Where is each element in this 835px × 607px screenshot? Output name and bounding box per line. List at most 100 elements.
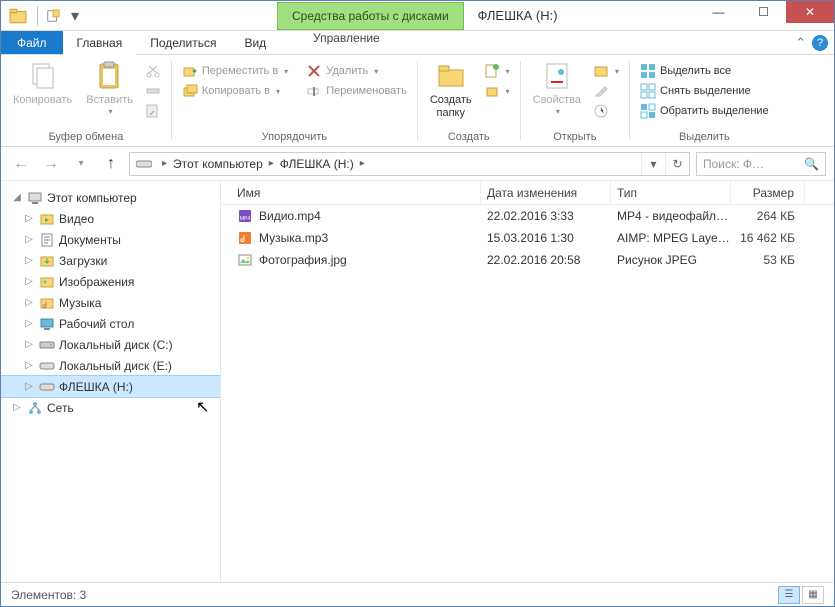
file-date: 22.02.2016 3:33 <box>481 209 611 223</box>
file-row[interactable]: MP4Видио.mp422.02.2016 3:33MP4 - видеофа… <box>221 205 834 227</box>
new-item-button[interactable]: ▾ <box>480 62 514 80</box>
rename-icon <box>306 83 322 99</box>
group-select-label: Выделить <box>636 128 773 146</box>
delete-button[interactable]: Удалить▾ <box>302 62 411 80</box>
copy-icon <box>27 60 59 92</box>
breadcrumb-chevron-icon[interactable]: ▸ <box>265 158 278 169</box>
invert-icon <box>640 103 656 119</box>
file-type: Рисунок JPEG <box>611 253 731 267</box>
mp3-icon <box>237 230 253 246</box>
open-button[interactable]: ▾ <box>589 62 623 80</box>
scissors-icon <box>145 63 161 79</box>
tree-item[interactable]: ▷Изображения <box>1 271 220 292</box>
up-button[interactable]: ↑ <box>99 152 123 176</box>
copy-path-button[interactable] <box>141 82 165 100</box>
tab-share[interactable]: Поделиться <box>136 31 230 54</box>
group-organize-label: Упорядочить <box>178 128 411 146</box>
file-type: AIMP: MPEG Laye… <box>611 231 731 245</box>
qat-dropdown-icon[interactable]: ▾ <box>64 5 86 27</box>
expand-icon[interactable]: ▷ <box>23 276 35 287</box>
file-row[interactable]: Музыка.mp315.03.2016 1:30AIMP: MPEG Laye… <box>221 227 834 249</box>
expand-icon[interactable]: ▷ <box>23 234 35 245</box>
expand-icon[interactable]: ▷ <box>23 255 35 266</box>
select-all-icon <box>640 63 656 79</box>
column-type[interactable]: Тип <box>611 181 731 204</box>
cut-button[interactable] <box>141 62 165 80</box>
context-tab-drive-tools[interactable]: Средства работы с дисками <box>277 2 464 30</box>
collapse-icon[interactable]: ◢ <box>11 192 23 203</box>
expand-icon[interactable]: ▷ <box>23 213 35 224</box>
tree-item-label: Локальный диск (E:) <box>59 359 172 373</box>
details-view-button[interactable]: ☰ <box>778 586 800 604</box>
copy-button[interactable]: Копировать <box>7 58 78 109</box>
column-date[interactable]: Дата изменения <box>481 181 611 204</box>
select-all-button[interactable]: Выделить все <box>636 62 773 80</box>
recent-button[interactable]: ▾ <box>69 152 93 176</box>
ribbon-collapse-icon[interactable]: ⌃ <box>795 35 806 51</box>
desktop-icon <box>39 316 55 332</box>
tree-item[interactable]: ▷Музыка <box>1 292 220 313</box>
search-input[interactable]: Поиск: Ф… 🔍 <box>696 152 826 176</box>
tree-root-computer[interactable]: ◢ Этот компьютер <box>1 187 220 208</box>
new-folder-button[interactable]: Создать папку <box>424 58 478 121</box>
address-row: ← → ▾ ↑ ▸ Этот компьютер ▸ ФЛЕШКА (H:) ▸… <box>1 147 834 181</box>
back-button[interactable]: ← <box>9 152 33 176</box>
tree-item[interactable]: ▷Документы <box>1 229 220 250</box>
minimize-button[interactable]: — <box>696 1 741 23</box>
rename-button[interactable]: Переименовать <box>302 82 411 100</box>
move-to-button[interactable]: Переместить в▾ <box>178 62 292 80</box>
easy-access-button[interactable]: ▾ <box>480 82 514 100</box>
edit-button[interactable] <box>589 82 623 100</box>
select-none-icon <box>640 83 656 99</box>
navigation-pane[interactable]: ◢ Этот компьютер ▷Видео▷Документы▷Загруз… <box>1 181 221 582</box>
file-date: 22.02.2016 20:58 <box>481 253 611 267</box>
breadcrumb-chevron-icon[interactable]: ▸ <box>356 158 369 169</box>
breadcrumb-chevron-icon[interactable]: ▸ <box>158 158 171 169</box>
tree-item-label: Сеть <box>47 401 74 415</box>
file-list[interactable]: MP4Видио.mp422.02.2016 3:33MP4 - видеофа… <box>221 205 834 271</box>
expand-icon[interactable]: ▷ <box>23 297 35 308</box>
column-headers[interactable]: Имя Дата изменения Тип Размер <box>221 181 834 205</box>
tab-home[interactable]: Главная <box>63 32 137 55</box>
column-name[interactable]: Имя <box>231 181 481 204</box>
expand-icon[interactable]: ▷ <box>23 318 35 329</box>
edit-icon <box>593 83 609 99</box>
tab-manage[interactable]: Управление <box>299 31 394 45</box>
file-row[interactable]: Фотография.jpg22.02.2016 20:58Рисунок JP… <box>221 249 834 271</box>
breadcrumb-root[interactable]: Этот компьютер <box>171 157 265 171</box>
delete-icon <box>306 63 322 79</box>
history-button[interactable] <box>589 102 623 120</box>
paste-shortcut-button[interactable] <box>141 102 165 120</box>
close-button[interactable]: ✕ <box>786 1 834 23</box>
tree-item[interactable]: ▷Рабочий стол <box>1 313 220 334</box>
tree-item[interactable]: ▷Видео <box>1 208 220 229</box>
tab-file[interactable]: Файл <box>1 31 63 54</box>
tree-item[interactable]: ▷ Сеть <box>1 397 220 418</box>
tree-item[interactable]: ▷ФЛЕШКА (H:) <box>1 376 220 397</box>
icons-view-button[interactable]: ▦ <box>802 586 824 604</box>
tree-item[interactable]: ▷Локальный диск (C:) <box>1 334 220 355</box>
expand-icon[interactable]: ▷ <box>23 381 35 392</box>
properties-button[interactable]: Свойства ▾ <box>527 58 587 118</box>
open-icon <box>593 63 609 79</box>
select-none-button[interactable]: Снять выделение <box>636 82 773 100</box>
expand-icon[interactable]: ▷ <box>11 402 23 413</box>
expand-icon[interactable]: ▷ <box>23 360 35 371</box>
help-button[interactable]: ? <box>812 35 828 51</box>
tree-item[interactable]: ▷Загрузки <box>1 250 220 271</box>
refresh-button[interactable]: ↻ <box>665 153 689 175</box>
forward-button[interactable]: → <box>39 152 63 176</box>
maximize-button[interactable]: ☐ <box>741 1 786 23</box>
tree-item[interactable]: ▷ Локальный диск (E:) <box>1 355 220 376</box>
app-icon <box>9 7 27 25</box>
expand-icon[interactable]: ▷ <box>23 339 35 350</box>
tab-view[interactable]: Вид <box>230 31 280 54</box>
invert-selection-button[interactable]: Обратить выделение <box>636 102 773 120</box>
history-dropdown-button[interactable]: ▾ <box>641 153 665 175</box>
copy-to-button[interactable]: Копировать в▾ <box>178 82 292 100</box>
address-bar[interactable]: ▸ Этот компьютер ▸ ФЛЕШКА (H:) ▸ ▾ ↻ <box>129 152 690 176</box>
breadcrumb-current[interactable]: ФЛЕШКА (H:) <box>278 157 356 171</box>
qat-properties-icon[interactable] <box>42 5 64 27</box>
column-size[interactable]: Размер <box>731 181 805 204</box>
paste-button[interactable]: Вставить ▾ <box>80 58 139 118</box>
